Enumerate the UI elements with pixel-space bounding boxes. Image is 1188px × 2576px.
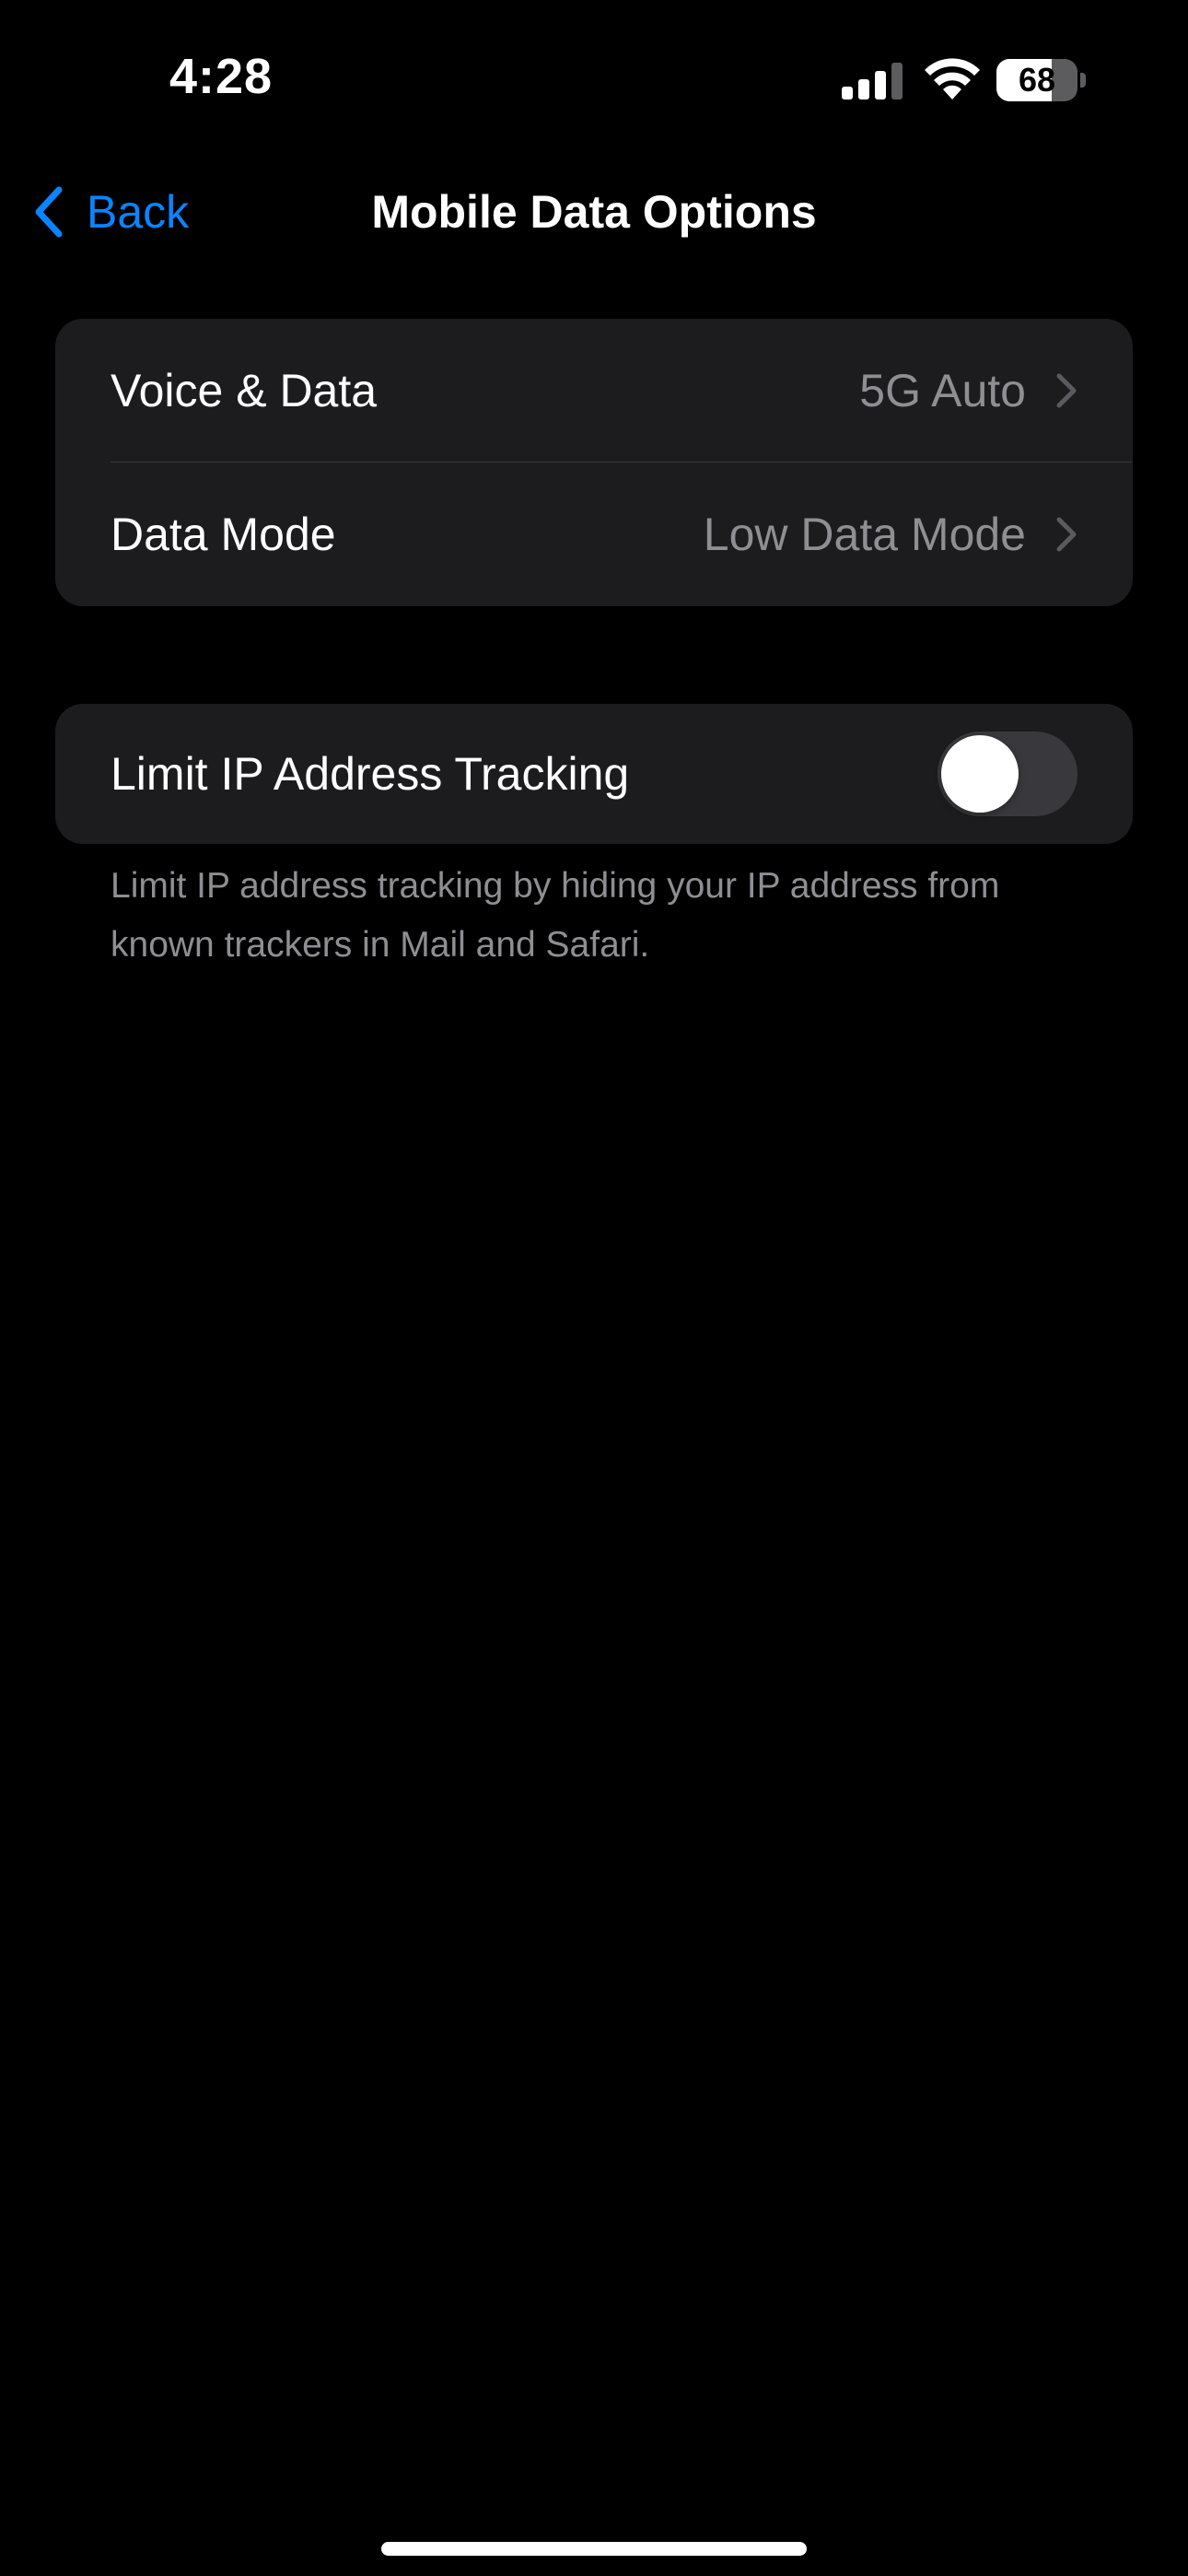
voice-and-data-row[interactable]: Voice & Data 5G Auto (55, 319, 1133, 463)
privacy-settings-group: Limit IP Address Tracking (55, 704, 1133, 844)
mobile-data-settings-group: Voice & Data 5G Auto Data Mode Low Data … (55, 319, 1133, 606)
status-bar: 4:28 68 (0, 0, 1188, 157)
voice-and-data-label: Voice & Data (111, 365, 378, 416)
voice-and-data-value: 5G Auto (859, 365, 1026, 416)
home-indicator[interactable] (381, 2542, 807, 2556)
battery-percent: 68 (1018, 61, 1056, 99)
cellular-signal-icon (842, 63, 903, 100)
chevron-right-icon (1056, 517, 1077, 552)
data-mode-label: Data Mode (111, 509, 336, 560)
wifi-icon (925, 58, 980, 100)
chevron-right-icon (1056, 373, 1077, 408)
limit-ip-tracking-label: Limit IP Address Tracking (111, 748, 630, 800)
limit-ip-tracking-toggle[interactable] (938, 732, 1077, 816)
back-button[interactable]: Back (31, 175, 189, 249)
battery-cap (1080, 73, 1086, 88)
chevron-left-icon (35, 186, 63, 238)
battery-indicator: 68 (996, 59, 1086, 101)
battery-icon: 68 (996, 59, 1077, 101)
navigation-bar: Mobile Data Options Back (0, 166, 1188, 258)
toggle-knob (941, 735, 1019, 813)
status-time: 4:28 (169, 49, 274, 104)
data-mode-value: Low Data Mode (703, 509, 1026, 560)
data-mode-row[interactable]: Data Mode Low Data Mode (55, 463, 1133, 606)
limit-ip-tracking-row: Limit IP Address Tracking (55, 704, 1133, 844)
limit-ip-tracking-footer: Limit IP address tracking by hiding your… (111, 866, 1000, 965)
back-button-label: Back (87, 186, 190, 238)
screen: 4:28 68 Mobile Data Options Back Voice &… (0, 0, 1188, 2576)
